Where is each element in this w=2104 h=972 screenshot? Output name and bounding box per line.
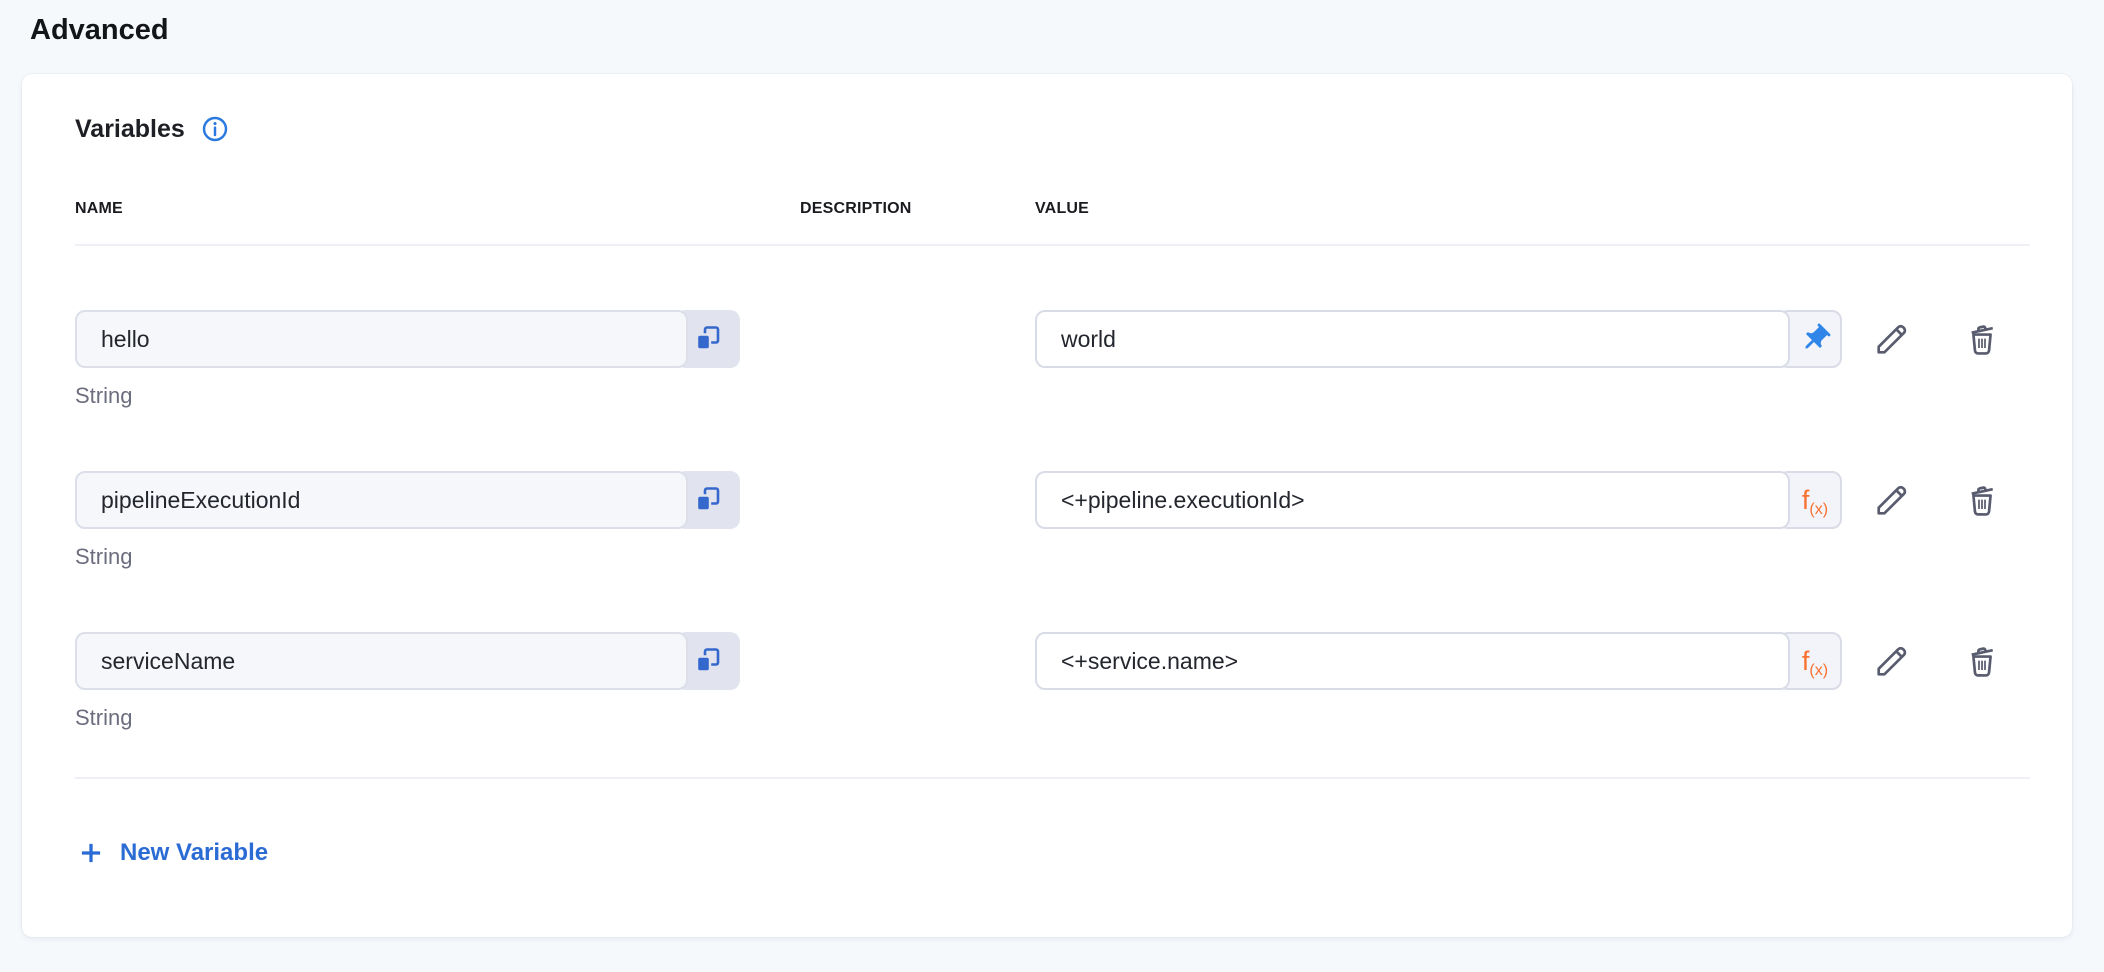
- table-row: String f(x): [75, 632, 2030, 731]
- fx-f: f: [1802, 485, 1810, 516]
- delete-icon[interactable]: [1962, 471, 2002, 529]
- variable-type-label: String: [75, 382, 800, 409]
- variable-name-input[interactable]: [75, 471, 688, 529]
- table-header: NAME DESCRIPTION VALUE: [75, 200, 2030, 218]
- table-row: String: [75, 310, 2030, 409]
- new-variable-label: New Variable: [120, 839, 268, 867]
- variables-title: Variables: [75, 115, 185, 144]
- fx-sub: (x): [1809, 501, 1828, 519]
- edit-icon[interactable]: [1872, 310, 1912, 368]
- info-icon[interactable]: [200, 114, 230, 144]
- variable-description: [800, 310, 1035, 409]
- variable-type-label: String: [75, 704, 800, 731]
- delete-icon[interactable]: [1962, 310, 2002, 368]
- variable-description: [800, 632, 1035, 731]
- column-header-name: NAME: [75, 200, 800, 218]
- header-divider: [75, 244, 2030, 246]
- new-variable-button[interactable]: New Variable: [75, 835, 270, 871]
- edit-icon[interactable]: [1872, 471, 1912, 529]
- delete-icon[interactable]: [1962, 632, 2002, 690]
- column-header-description: DESCRIPTION: [800, 200, 1035, 218]
- variable-value-input[interactable]: [1035, 471, 1790, 529]
- table-row: String f(x): [75, 471, 2030, 570]
- variable-type-label: String: [75, 543, 800, 570]
- variable-name-input[interactable]: [75, 310, 688, 368]
- edit-icon[interactable]: [1872, 632, 1912, 690]
- plus-icon: [77, 839, 105, 867]
- variable-name-input[interactable]: [75, 632, 688, 690]
- variable-description: [800, 471, 1035, 570]
- variable-value-input[interactable]: [1035, 632, 1790, 690]
- fx-f: f: [1802, 646, 1810, 677]
- variables-panel: Variables NAME DESCRIPTION VALUE: [22, 74, 2072, 937]
- page-title: Advanced: [30, 14, 169, 47]
- column-header-value: VALUE: [1035, 200, 2030, 218]
- fx-sub: (x): [1809, 662, 1828, 680]
- footer-divider: [75, 777, 2030, 779]
- variable-value-input[interactable]: [1035, 310, 1790, 368]
